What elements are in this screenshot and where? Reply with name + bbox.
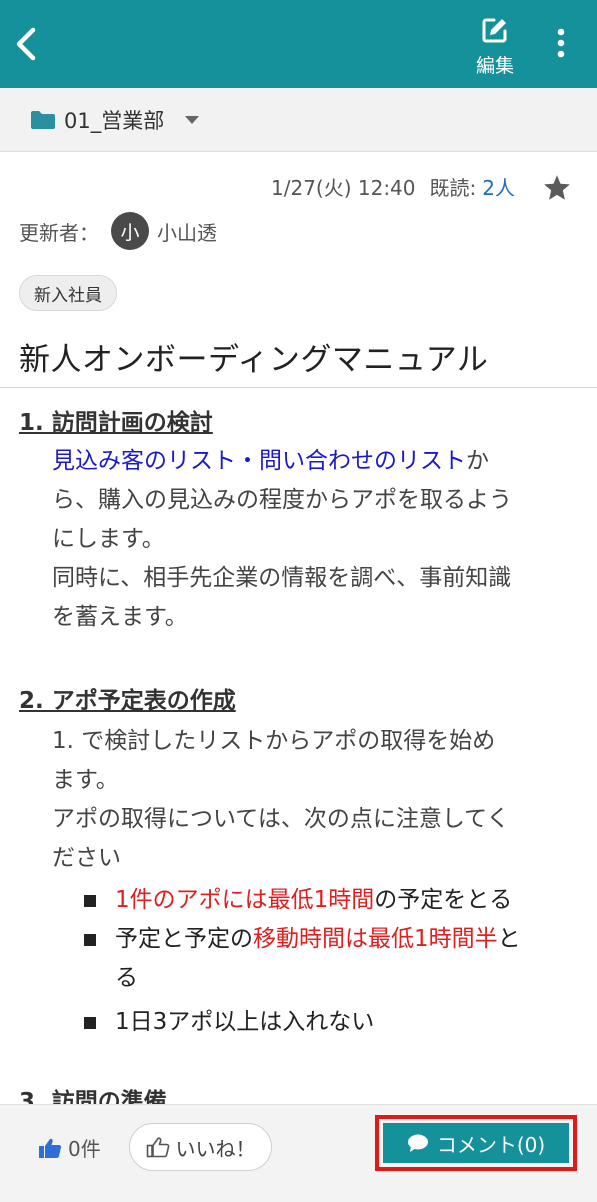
list-link[interactable]: 見込み客のリスト・問い合わせのリスト [52,448,466,474]
speech-bubble-icon [407,1134,428,1152]
folder-name: 01_営業部 [64,109,165,133]
section-heading: 2. アポ予定表の作成 [19,688,236,714]
folder-selector[interactable]: 01_営業部 [30,104,200,136]
edit-label: 編集 [475,55,514,77]
avatar[interactable]: 小 [111,212,149,250]
text-fragment: か [466,448,489,474]
paragraph-line: ださい [52,845,121,871]
favorite-button[interactable] [540,170,574,204]
section-heading: 1. 訪問計画の検討 [19,410,213,436]
bullet-marker [84,934,96,946]
bullet-marker [84,1017,96,1029]
paragraph-line: 同時に、相手先企業の情報を調べ、事前知識 [52,565,512,591]
bullet-marker [84,895,96,907]
read-count-link[interactable]: 2人 [482,172,515,201]
paragraph-line: 1. で検討したリストからアポの取得を始め [52,728,496,754]
comment-button-label: コメント(0) [436,1132,546,1157]
chevron-left-icon [16,27,36,61]
post-meta: 1/27(火) 12:40 既読: 2人 [271,172,515,201]
list-item: 1件のアポには最低1時間の予定をとる [115,881,585,920]
updater-label: 更新者： [19,220,99,245]
paragraph-line: 見込み客のリスト・問い合わせのリストか [52,442,582,481]
updater-row: 更新者： 小 小山透 [19,210,217,252]
star-icon [544,174,570,200]
pencil-square-icon [482,18,507,43]
thumbs-up-icon [39,1138,62,1158]
back-button[interactable] [6,22,46,66]
highlight-text: 1件のアポには最低1時間 [115,887,375,913]
list-item: 1日3アポ以上は入れない [115,1009,375,1035]
paragraph-line: アポの取得については、次の点に注意してく [52,806,510,832]
highlight-text: 移動時間は最低1時間半 [253,926,498,952]
tag-chip[interactable]: 新入社員 [19,275,117,311]
comment-button[interactable]: コメント(0) [383,1123,569,1163]
read-label: 既読: [429,176,477,200]
paragraph-line: ら、購入の見込みの程度からアポを取るよう [52,487,512,513]
app-header: 編集 [0,0,597,88]
paragraph-line: を蓄えます。 [52,604,188,630]
article-body: 1. 訪問計画の検討 見込み客のリスト・問い合わせのリストか ら、購入の見込みの… [0,388,597,1104]
text-fragment: の予定をとる [374,887,513,913]
paragraph-line: ます。 [52,767,119,793]
like-button[interactable]: いいね！ [129,1123,272,1171]
updater-name[interactable]: 小山透 [157,217,217,246]
folder-bar: 01_営業部 [0,88,597,152]
more-vertical-icon [557,28,565,58]
folder-icon [31,111,55,129]
like-count-text: 0件 [68,1137,101,1161]
page-title: 新人オンボーディングマニュアル [19,342,489,378]
text-fragment: 予定と予定の [115,926,253,952]
comment-highlight: コメント(0) [375,1115,577,1171]
thumbs-up-outline-icon [146,1137,169,1158]
caret-down-icon [185,116,200,124]
like-button-label: いいね！ [175,1136,256,1161]
like-count[interactable]: 0件 [38,1133,101,1162]
edit-button[interactable]: 編集 [466,16,524,82]
section-heading: 3. 訪問の準備 [19,1089,167,1104]
more-menu-button[interactable] [546,26,576,60]
list-item: 予定と予定の移動時間は最低1時間半と [115,920,585,959]
text-fragment: と [497,926,521,952]
bottom-action-bar: 0件 いいね！ コメント(0) [0,1104,597,1202]
list-item-continuation: る [115,965,138,991]
paragraph-line: にします。 [52,526,165,552]
post-date: 1/27(火) 12:40 [271,176,416,200]
